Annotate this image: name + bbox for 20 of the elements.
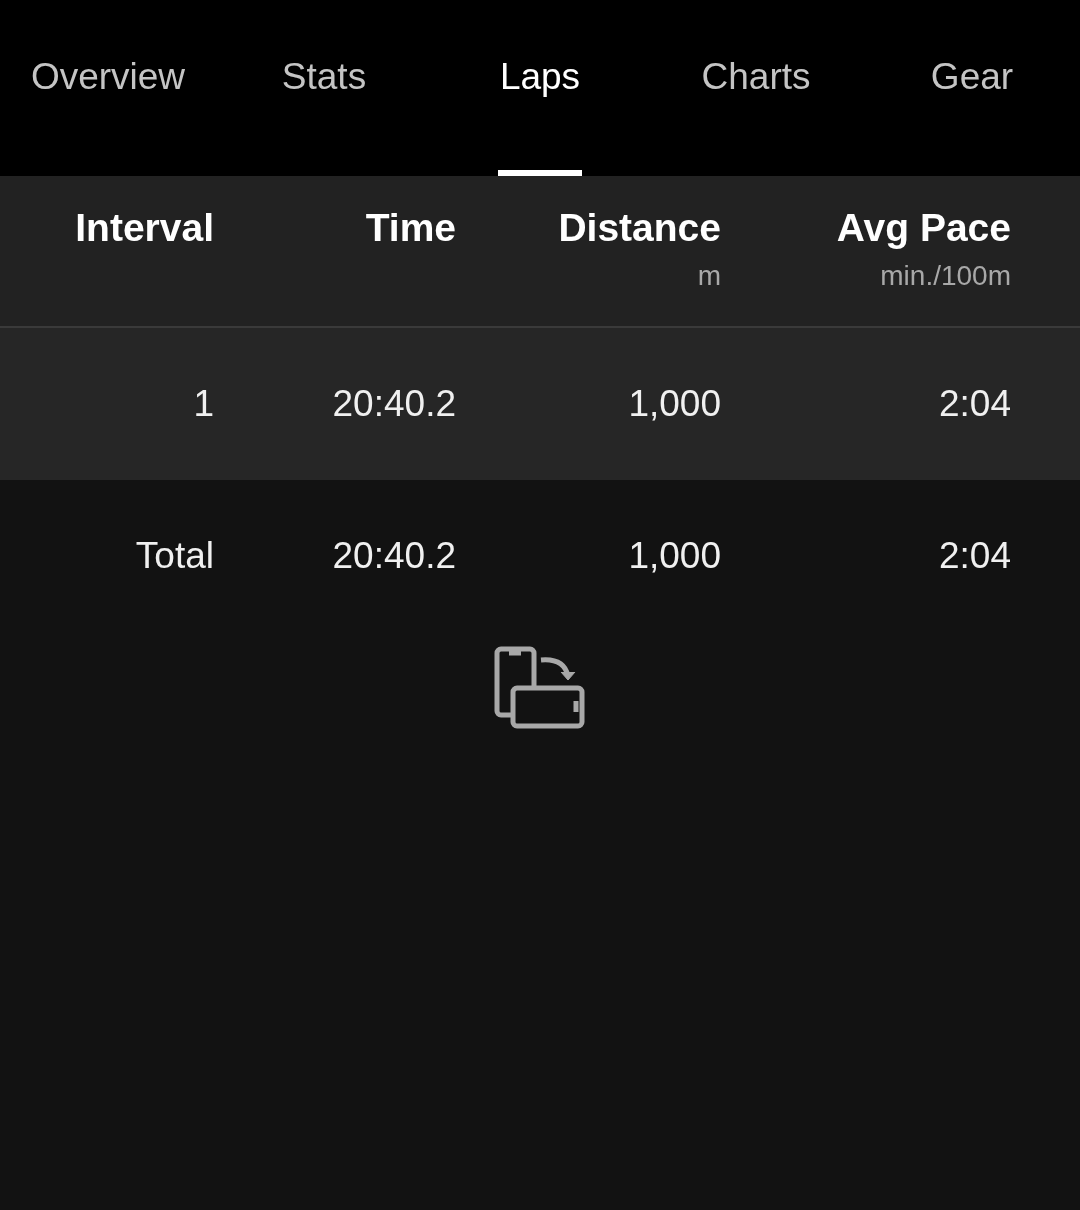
unit-label: min./100m	[880, 260, 1011, 292]
table-cell: 1,000	[628, 383, 721, 425]
column-header: Interval	[75, 206, 214, 250]
total-cell: Total	[135, 535, 214, 577]
tab[interactable]: Overview	[0, 0, 216, 176]
unit-label: m	[697, 260, 721, 292]
table-cell: 1	[193, 383, 214, 425]
table-cell: 20:40.2	[332, 383, 456, 425]
tab[interactable]: Laps	[432, 0, 648, 176]
tab[interactable]: Gear	[864, 0, 1080, 176]
table-cell: 2:04	[939, 383, 1011, 425]
tab[interactable]: Charts	[648, 0, 864, 176]
total-cell: 20:40.2	[332, 535, 456, 577]
column-header: Time	[365, 206, 456, 250]
column-header: Distance	[558, 206, 721, 250]
tab[interactable]: Stats	[216, 0, 432, 176]
column-header: Avg Pace	[836, 206, 1011, 250]
total-cell: 1,000	[628, 535, 721, 577]
total-cell: 2:04	[939, 535, 1011, 577]
rotate-screen-icon[interactable]	[494, 646, 586, 730]
